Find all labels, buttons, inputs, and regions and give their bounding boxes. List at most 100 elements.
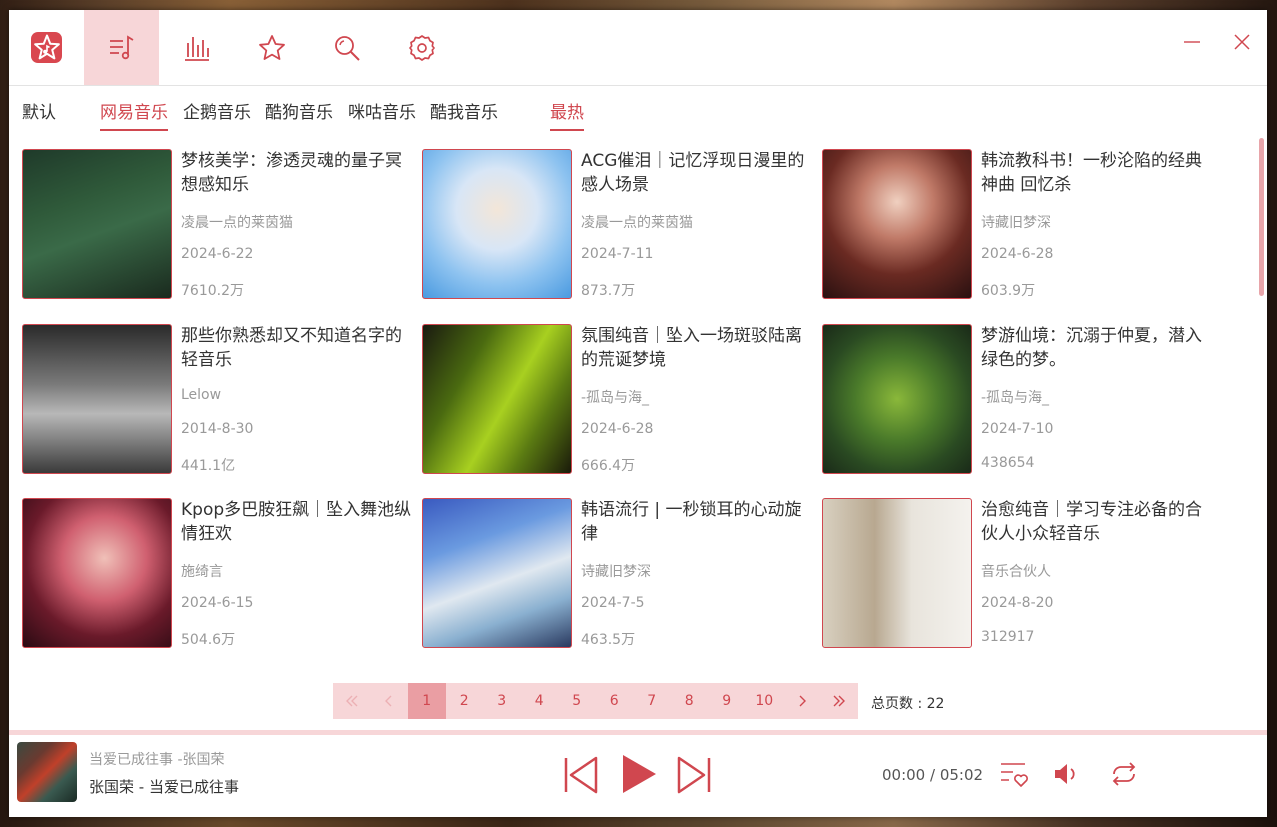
nav-charts[interactable]	[159, 10, 234, 85]
playlist-card[interactable]: 梦核美学：渗透灵魂的量子冥想感知乐 凌晨一点的莱茵猫 2024-6-22 761…	[22, 149, 412, 299]
previous-button[interactable]	[561, 753, 601, 797]
playlist-cover[interactable]	[822, 498, 972, 648]
now-playing-cover[interactable]	[17, 742, 77, 802]
playlist-card[interactable]: 韩语流行 | 一秒锁耳的心动旋律 诗藏旧梦深 2024-7-5 463.5万	[422, 498, 812, 648]
playlist-title[interactable]: 韩语流行 | 一秒锁耳的心动旋律	[581, 498, 813, 546]
page-button[interactable]: 7	[633, 683, 671, 719]
playlist-author: -孤岛与海_	[981, 390, 1050, 406]
nav-search[interactable]	[309, 10, 384, 85]
playlist-card[interactable]: 那些你熟悉却又不知道名字的轻音乐 Lelow 2014-8-30 441.1亿	[22, 324, 412, 474]
playlist-play-count: 873.7万	[581, 283, 636, 299]
page-button[interactable]: 5	[558, 683, 596, 719]
playlist-cover[interactable]	[422, 324, 572, 474]
now-playing-title: 张国荣 - 当爱已成往事	[89, 778, 239, 796]
volume-button[interactable]	[1050, 757, 1084, 791]
skip-next-icon	[677, 756, 711, 794]
playlist-date: 2024-7-10	[981, 421, 1054, 437]
page-button[interactable]: 10	[746, 683, 784, 719]
skip-previous-icon	[564, 756, 598, 794]
first-page-button[interactable]	[333, 683, 371, 719]
playlist-heart-icon	[1001, 763, 1028, 787]
playlist-author: 诗藏旧梦深	[581, 564, 651, 580]
page-button[interactable]: 3	[483, 683, 521, 719]
nav-settings[interactable]	[384, 10, 459, 85]
nav-home[interactable]	[9, 10, 84, 85]
playlist-play-count: 504.6万	[181, 632, 236, 648]
playlist-cover[interactable]	[22, 498, 172, 648]
prev-page-button[interactable]	[371, 683, 409, 719]
playlist-author: -孤岛与海_	[581, 390, 650, 406]
playlist-cover[interactable]	[822, 324, 972, 474]
playlist-queue-button[interactable]	[997, 757, 1031, 791]
app-window: 默认 网易音乐 企鹅音乐 酷狗音乐 咪咕音乐 酷我音乐 最热 梦核美学：渗透灵魂…	[9, 10, 1267, 817]
playlist-title[interactable]: 梦核美学：渗透灵魂的量子冥想感知乐	[181, 149, 413, 197]
playlist-date: 2024-6-28	[981, 246, 1054, 262]
playlist-card[interactable]: Kpop多巴胺狂飙｜坠入舞池纵情狂欢 施绮言 2024-6-15 504.6万	[22, 498, 412, 648]
double-chevron-left-icon	[345, 695, 358, 707]
playlist-title[interactable]: 氛围纯音｜坠入一场斑驳陆离的荒诞梦境	[581, 324, 813, 372]
playlist-play-count: 603.9万	[981, 283, 1036, 299]
playlist-cover[interactable]	[822, 149, 972, 299]
double-chevron-right-icon	[833, 695, 846, 707]
playlist-author: 诗藏旧梦深	[981, 215, 1051, 231]
last-page-button[interactable]	[821, 683, 859, 719]
repeat-button[interactable]	[1107, 757, 1141, 791]
playlist-title[interactable]: 梦游仙境：沉溺于仲夏，潜入绿色的梦。	[981, 324, 1213, 372]
page-button[interactable]: 4	[521, 683, 559, 719]
playlist-author: 音乐合伙人	[981, 564, 1051, 580]
close-icon	[1234, 34, 1250, 50]
playlist-cover[interactable]	[22, 324, 172, 474]
tab-kugou[interactable]: 酷狗音乐	[265, 98, 333, 129]
playlist-title[interactable]: 治愈纯音｜学习专注必备的合伙人小众轻音乐	[981, 498, 1213, 546]
close-button[interactable]	[1222, 22, 1262, 62]
playlist-play-count: 666.4万	[581, 458, 636, 474]
playlist-cover[interactable]	[422, 149, 572, 299]
page-button[interactable]: 1	[408, 683, 446, 719]
tab-hottest[interactable]: 最热	[550, 98, 584, 131]
playlist-date: 2024-6-28	[581, 421, 654, 437]
play-button[interactable]	[617, 751, 661, 797]
tab-migu[interactable]: 咪咕音乐	[348, 98, 416, 129]
top-nav-bar	[9, 10, 1267, 86]
playlist-date: 2014-8-30	[181, 421, 254, 437]
playlist-card[interactable]: 氛围纯音｜坠入一场斑驳陆离的荒诞梦境 -孤岛与海_ 2024-6-28 666.…	[422, 324, 812, 474]
scrollbar-thumb[interactable]	[1259, 138, 1264, 296]
tab-qq[interactable]: 企鹅音乐	[183, 98, 251, 129]
playlist-play-count: 7610.2万	[181, 283, 244, 299]
nav-favorites[interactable]	[234, 10, 309, 85]
playlist-cover[interactable]	[22, 149, 172, 299]
tab-default[interactable]: 默认	[22, 98, 56, 129]
playlist-card[interactable]: ACG催泪｜记忆浮现日漫里的感人场景 凌晨一点的莱茵猫 2024-7-11 87…	[422, 149, 812, 299]
repeat-icon	[1112, 762, 1136, 786]
playlist-play-count: 463.5万	[581, 632, 636, 648]
playlist-title[interactable]: 那些你熟悉却又不知道名字的轻音乐	[181, 324, 413, 372]
playlist-date: 2024-7-5	[581, 595, 645, 611]
tab-kuwo[interactable]: 酷我音乐	[430, 98, 498, 129]
page-button[interactable]: 6	[596, 683, 634, 719]
playlist-title[interactable]: ACG催泪｜记忆浮现日漫里的感人场景	[581, 149, 813, 197]
pagination: 1 2 3 4 5 6 7 8 9 10	[333, 683, 858, 719]
page-button[interactable]: 2	[446, 683, 484, 719]
chevron-right-icon	[799, 695, 806, 707]
playlist-date: 2024-6-15	[181, 595, 254, 611]
playlist-author: 凌晨一点的莱茵猫	[181, 215, 293, 231]
play-icon	[623, 755, 656, 793]
page-button[interactable]: 8	[671, 683, 709, 719]
playlist-icon	[109, 34, 133, 59]
playlist-title[interactable]: Kpop多巴胺狂飙｜坠入舞池纵情狂欢	[181, 498, 413, 546]
player-bar: 当爱已成往事 -张国荣 张国荣 - 当爱已成往事 00:00 / 05:02	[9, 735, 1267, 817]
equalizer-icon	[184, 36, 209, 61]
tab-netease[interactable]: 网易音乐	[100, 98, 168, 131]
search-icon	[334, 35, 360, 61]
nav-playlist[interactable]	[84, 10, 159, 85]
page-button[interactable]: 9	[708, 683, 746, 719]
next-button[interactable]	[674, 753, 714, 797]
playlist-card[interactable]: 梦游仙境：沉溺于仲夏，潜入绿色的梦。 -孤岛与海_ 2024-7-10 4386…	[822, 324, 1212, 474]
playlist-card[interactable]: 治愈纯音｜学习专注必备的合伙人小众轻音乐 音乐合伙人 2024-8-20 312…	[822, 498, 1212, 648]
minimize-button[interactable]	[1172, 22, 1212, 62]
playlist-author: 施绮言	[181, 564, 223, 580]
playlist-card[interactable]: 韩流教科书！一秒沦陷的经典神曲 回忆杀 诗藏旧梦深 2024-6-28 603.…	[822, 149, 1212, 299]
playlist-title[interactable]: 韩流教科书！一秒沦陷的经典神曲 回忆杀	[981, 149, 1213, 197]
playlist-cover[interactable]	[422, 498, 572, 648]
next-page-button[interactable]	[783, 683, 821, 719]
